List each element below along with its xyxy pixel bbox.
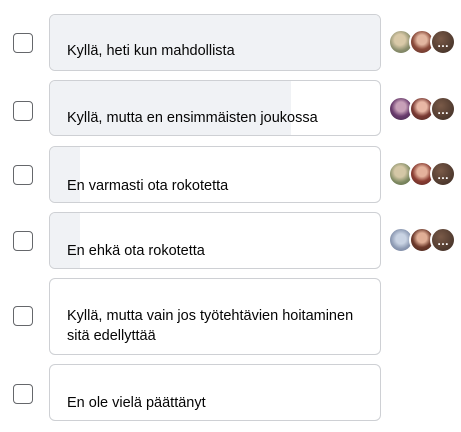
option-checkbox[interactable] bbox=[13, 384, 33, 404]
option-checkbox[interactable] bbox=[13, 165, 33, 185]
voter-avatars[interactable]: … bbox=[388, 29, 458, 55]
option-checkbox[interactable] bbox=[13, 101, 33, 121]
option-button[interactable]: Kyllä, heti kun mahdollista bbox=[49, 14, 381, 71]
option-checkbox[interactable] bbox=[13, 306, 33, 326]
option-label: Kyllä, heti kun mahdollista bbox=[67, 43, 235, 59]
voter-avatars[interactable]: … bbox=[388, 161, 458, 187]
option-label: Kyllä, mutta en ensimmäisten joukossa bbox=[67, 110, 318, 126]
more-voters-icon[interactable]: … bbox=[430, 227, 456, 253]
option-label: En varmasti ota rokotetta bbox=[67, 178, 229, 194]
option-button[interactable]: En varmasti ota rokotetta bbox=[49, 146, 381, 203]
option-checkbox[interactable] bbox=[13, 231, 33, 251]
option-button[interactable]: En ehkä ota rokotetta bbox=[49, 212, 381, 269]
option-label: En ole vielä päättänyt bbox=[67, 395, 206, 411]
more-voters-icon[interactable]: … bbox=[430, 96, 456, 122]
option-button[interactable]: En ole vielä päättänyt bbox=[49, 364, 381, 421]
voter-avatars[interactable]: … bbox=[388, 96, 458, 122]
option-label: En ehkä ota rokotetta bbox=[67, 243, 205, 259]
option-button[interactable]: Kyllä, mutta en ensimmäisten joukossa bbox=[49, 80, 381, 136]
more-voters-icon[interactable]: … bbox=[430, 161, 456, 187]
option-label: Kyllä, mutta vain jos työtehtävien hoita… bbox=[67, 308, 354, 344]
option-button[interactable]: Kyllä, mutta vain jos työtehtävien hoita… bbox=[49, 278, 381, 355]
voter-avatars[interactable]: … bbox=[388, 227, 458, 253]
more-voters-icon[interactable]: … bbox=[430, 29, 456, 55]
option-checkbox[interactable] bbox=[13, 33, 33, 53]
